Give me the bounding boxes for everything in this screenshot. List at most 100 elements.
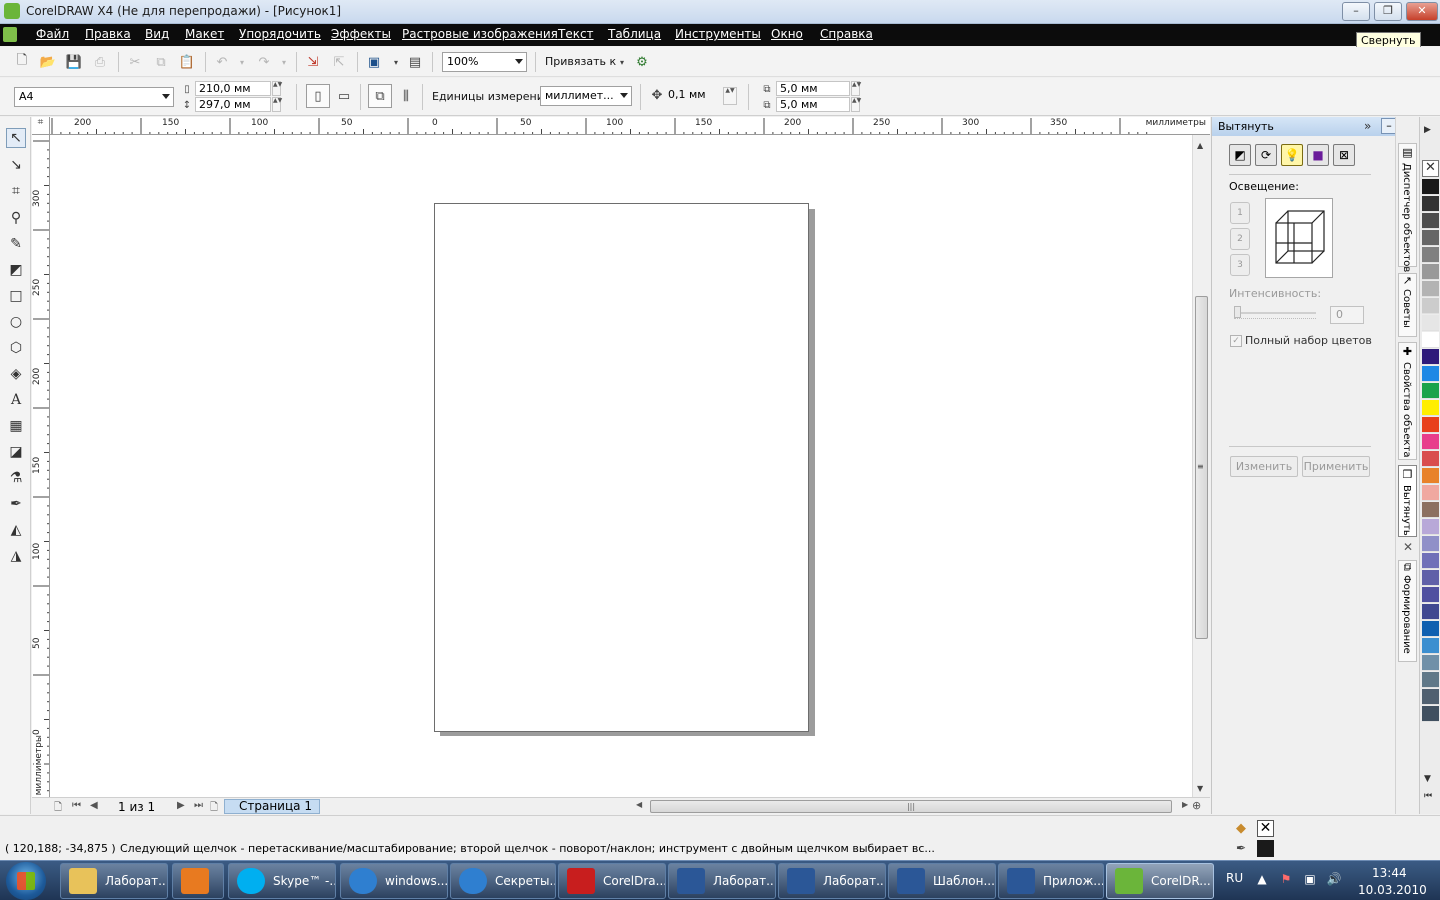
- export-icon[interactable]: ⇱: [331, 54, 347, 70]
- interactive-fill-tool-icon[interactable]: ◮: [6, 546, 26, 566]
- paste-icon[interactable]: 📋: [179, 54, 195, 70]
- color-swatch[interactable]: [1422, 213, 1439, 229]
- color-swatch[interactable]: [1422, 451, 1439, 467]
- color-swatch[interactable]: [1422, 366, 1439, 382]
- close-button[interactable]: ✕: [1406, 2, 1438, 21]
- taskbar-item[interactable]: CorelDra...: [558, 863, 666, 899]
- all-pages-button[interactable]: ⧉: [368, 84, 392, 108]
- clock-time[interactable]: 13:44: [1372, 866, 1407, 880]
- horizontal-scrollbar[interactable]: ◀ ||| ▶: [632, 799, 1188, 814]
- vertical-ruler[interactable]: 300 250 200 150 100 50 0 миллиметры: [32, 135, 50, 797]
- menu-view[interactable]: Вид: [145, 27, 169, 41]
- duplicate-y-spinner[interactable]: ▲▼: [851, 97, 861, 112]
- light-1-button[interactable]: 1: [1230, 202, 1250, 224]
- color-swatch[interactable]: [1422, 570, 1439, 586]
- duplicate-distance-y-field[interactable]: 5,0 мм: [776, 97, 850, 112]
- text-tool-icon[interactable]: A: [6, 390, 26, 410]
- palette-expand-icon[interactable]: ⏮: [1424, 791, 1432, 801]
- redo-dropdown-icon[interactable]: ▾: [276, 54, 292, 70]
- shape-tool-icon[interactable]: ↘: [6, 155, 26, 175]
- color-swatch[interactable]: [1422, 536, 1439, 552]
- redo-icon[interactable]: ↷: [256, 54, 272, 70]
- clock-date[interactable]: 10.03.2010: [1358, 883, 1427, 897]
- menu-help[interactable]: Справка: [820, 27, 873, 41]
- volume-icon[interactable]: 🔊: [1326, 872, 1342, 888]
- color-swatch[interactable]: [1422, 383, 1439, 399]
- color-swatch[interactable]: [1422, 604, 1439, 620]
- launcher-dropdown-icon[interactable]: ▾: [388, 54, 404, 70]
- first-page-icon[interactable]: ⏮: [72, 800, 81, 811]
- palette-scroll-down-icon[interactable]: ▼: [1424, 774, 1431, 784]
- color-swatch[interactable]: [1422, 332, 1439, 348]
- taskbar-item[interactable]: Skype™ -...: [228, 863, 336, 899]
- language-indicator[interactable]: RU: [1226, 871, 1243, 885]
- minimize-button[interactable]: –: [1342, 2, 1370, 21]
- drawing-canvas[interactable]: [50, 135, 1192, 797]
- taskbar-item[interactable]: windows...: [340, 863, 448, 899]
- menu-edit[interactable]: Правка: [85, 27, 131, 41]
- copy-icon[interactable]: ⧉: [153, 54, 169, 70]
- color-swatch[interactable]: [1422, 468, 1439, 484]
- basic-shapes-tool-icon[interactable]: ◈: [6, 364, 26, 384]
- color-swatch[interactable]: [1422, 196, 1439, 212]
- collapse-chevron-icon[interactable]: »: [1364, 119, 1371, 133]
- ellipse-tool-icon[interactable]: ○: [6, 312, 26, 332]
- navigator-zoom-icon[interactable]: ⊕: [1192, 799, 1201, 812]
- tab-object-properties[interactable]: ✚ Свойства объекта: [1398, 342, 1417, 460]
- current-page-icon[interactable]: ⫼: [398, 88, 414, 104]
- taskbar-item[interactable]: Секреты...: [450, 863, 556, 899]
- menu-file[interactable]: Файл: [36, 27, 69, 41]
- freehand-tool-icon[interactable]: ✎: [6, 234, 26, 254]
- scroll-down-icon[interactable]: ▼: [1197, 784, 1203, 793]
- width-spinner[interactable]: ▲▼: [272, 81, 282, 96]
- page-width-field[interactable]: 210,0 мм: [195, 81, 271, 96]
- color-swatch[interactable]: [1422, 298, 1439, 314]
- print-icon[interactable]: ⎙: [92, 54, 108, 70]
- polygon-tool-icon[interactable]: ⬡: [6, 338, 26, 358]
- menu-layout[interactable]: Макет: [185, 27, 224, 41]
- portrait-button[interactable]: ▯: [306, 84, 330, 108]
- full-color-checkbox[interactable]: ✓: [1230, 335, 1242, 347]
- tab-extrude[interactable]: ❒ Вытянуть: [1398, 465, 1417, 537]
- nudge-spinner[interactable]: ▲▼: [723, 87, 737, 105]
- open-icon[interactable]: 📂: [40, 54, 56, 70]
- extrude-rotation-icon[interactable]: ⟳: [1255, 144, 1277, 166]
- landscape-icon[interactable]: ▭: [336, 88, 352, 104]
- new-document-icon[interactable]: 🗋: [14, 53, 30, 70]
- menu-table[interactable]: Таблица: [608, 27, 661, 41]
- drawing-page[interactable]: [434, 203, 809, 732]
- import-icon[interactable]: ⇲: [305, 54, 321, 70]
- edit-button[interactable]: Изменить: [1230, 456, 1298, 477]
- taskbar-item[interactable]: Прилож...: [998, 863, 1104, 899]
- tab-object-manager[interactable]: ▤ Диспетчер объектов: [1398, 143, 1417, 272]
- color-swatch[interactable]: [1422, 230, 1439, 246]
- network-icon[interactable]: ▣: [1302, 872, 1318, 888]
- color-swatch[interactable]: [1422, 502, 1439, 518]
- welcome-screen-icon[interactable]: ▤: [407, 54, 423, 70]
- extrude-camera-icon[interactable]: ◩: [1229, 144, 1251, 166]
- application-launcher-icon[interactable]: ▣: [366, 54, 382, 70]
- close-tab-icon[interactable]: ✕: [1403, 540, 1413, 554]
- menu-arrange[interactable]: Упорядочить: [239, 27, 321, 41]
- intensity-slider-thumb[interactable]: [1234, 306, 1241, 318]
- restore-button[interactable]: ❐: [1374, 2, 1402, 21]
- taskbar-item[interactable]: Лаборат...: [60, 863, 168, 899]
- color-swatch[interactable]: [1422, 519, 1439, 535]
- color-swatch[interactable]: [1422, 400, 1439, 416]
- tab-hints[interactable]: ↖ Советы: [1398, 273, 1417, 337]
- taskbar-item[interactable]: Лаборат...: [778, 863, 886, 899]
- show-hidden-icons-icon[interactable]: ▲: [1254, 872, 1270, 888]
- scroll-up-icon[interactable]: ▲: [1197, 141, 1203, 150]
- next-page-icon[interactable]: ▶: [177, 800, 185, 811]
- document-menu-icon[interactable]: [3, 27, 17, 42]
- eyedropper-tool-icon[interactable]: ⚗: [6, 468, 26, 488]
- crop-tool-icon[interactable]: ⌗: [6, 181, 26, 201]
- height-spinner[interactable]: ▲▼: [272, 97, 282, 112]
- palette-scroll-up-icon[interactable]: ▶: [1424, 125, 1431, 135]
- table-tool-icon[interactable]: ▦: [6, 416, 26, 436]
- color-swatch[interactable]: [1422, 349, 1439, 365]
- interactive-blend-tool-icon[interactable]: ◪: [6, 442, 26, 462]
- extrude-lighting-icon[interactable]: 💡: [1281, 144, 1303, 166]
- color-swatch[interactable]: [1422, 553, 1439, 569]
- color-swatch[interactable]: [1422, 689, 1439, 705]
